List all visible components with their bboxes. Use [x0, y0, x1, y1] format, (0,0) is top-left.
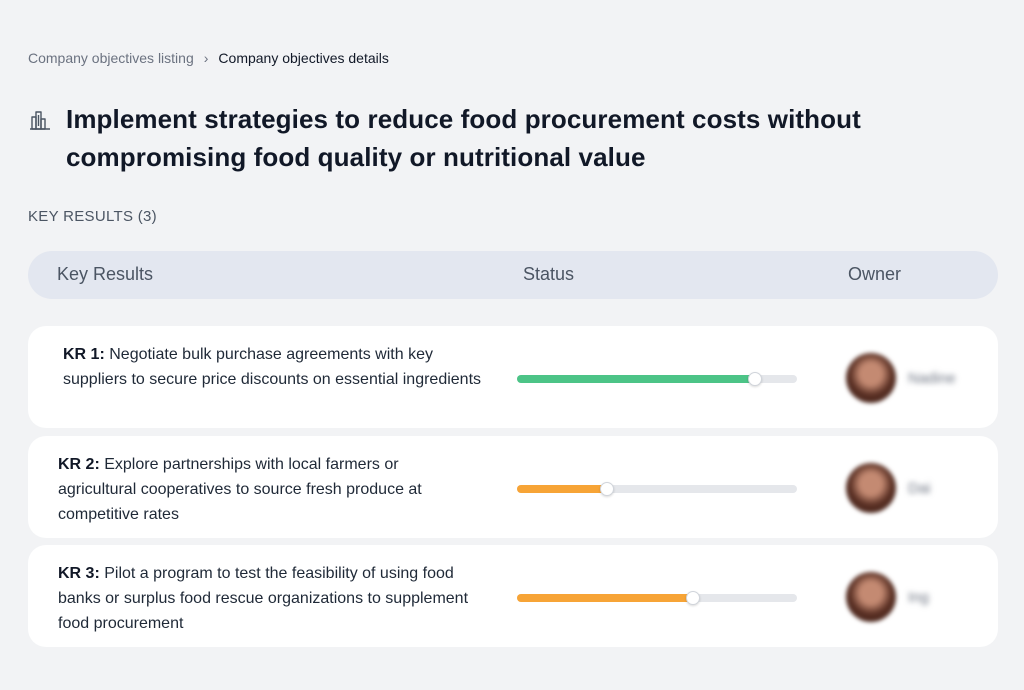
page-title: Implement strategies to reduce food proc…: [66, 104, 861, 172]
key-result-text: Negotiate bulk purchase agreements with …: [63, 346, 482, 388]
key-result-row[interactable]: KR 1: Negotiate bulk purchase agreements…: [28, 326, 998, 428]
owner-cell[interactable]: Ing: [846, 572, 929, 622]
key-result-text: Pilot a program to test the feasibility …: [58, 565, 469, 632]
breadcrumb-current: Company objectives details: [218, 50, 389, 66]
key-result-label: KR 3:: [58, 565, 100, 582]
building-icon: [28, 108, 52, 132]
status-progress-fill: [517, 375, 755, 383]
objective-details-page: Company objectives listing › Company obj…: [0, 0, 1024, 690]
key-result-label: KR 1:: [63, 346, 105, 363]
status-progress-handle[interactable]: [748, 372, 762, 386]
key-result-description: KR 1: Negotiate bulk purchase agreements…: [63, 342, 483, 392]
status-progress-fill: [517, 594, 694, 602]
objective-header: Implement strategies to reduce food proc…: [28, 100, 988, 176]
owner-cell[interactable]: Nadine: [846, 353, 956, 403]
key-results-count-label: KEY RESULTS (3): [28, 208, 157, 225]
avatar: [846, 463, 896, 513]
chevron-right-icon: ›: [203, 50, 209, 66]
column-header-owner: Owner: [848, 264, 902, 284]
key-result-label: KR 2:: [58, 456, 100, 473]
owner-name: Nadine: [908, 369, 956, 387]
column-header-status: Status: [523, 264, 575, 284]
avatar: [846, 353, 896, 403]
status-progress-bar[interactable]: [517, 482, 797, 496]
status-progress-fill: [517, 485, 607, 493]
status-progress-bar[interactable]: [517, 591, 797, 605]
key-result-row[interactable]: KR 3: Pilot a program to test the feasib…: [28, 545, 998, 647]
owner-cell[interactable]: Dai: [846, 463, 931, 513]
column-header-key-results: Key Results: [57, 264, 154, 284]
owner-name: Dai: [908, 479, 931, 497]
key-result-description: KR 2: Explore partnerships with local fa…: [58, 452, 478, 527]
status-progress-bar[interactable]: [517, 372, 797, 386]
key-result-row[interactable]: KR 2: Explore partnerships with local fa…: [28, 436, 998, 538]
status-progress-handle[interactable]: [599, 482, 614, 496]
avatar: [846, 572, 896, 622]
owner-name: Ing: [908, 588, 929, 606]
breadcrumb: Company objectives listing › Company obj…: [28, 50, 389, 66]
key-results-table-header: Key Results Status Owner: [28, 251, 998, 299]
breadcrumb-listing-link[interactable]: Company objectives listing: [28, 50, 194, 66]
key-result-text: Explore partnerships with local farmers …: [58, 456, 422, 523]
key-result-description: KR 3: Pilot a program to test the feasib…: [58, 561, 478, 636]
status-progress-handle[interactable]: [686, 591, 701, 605]
